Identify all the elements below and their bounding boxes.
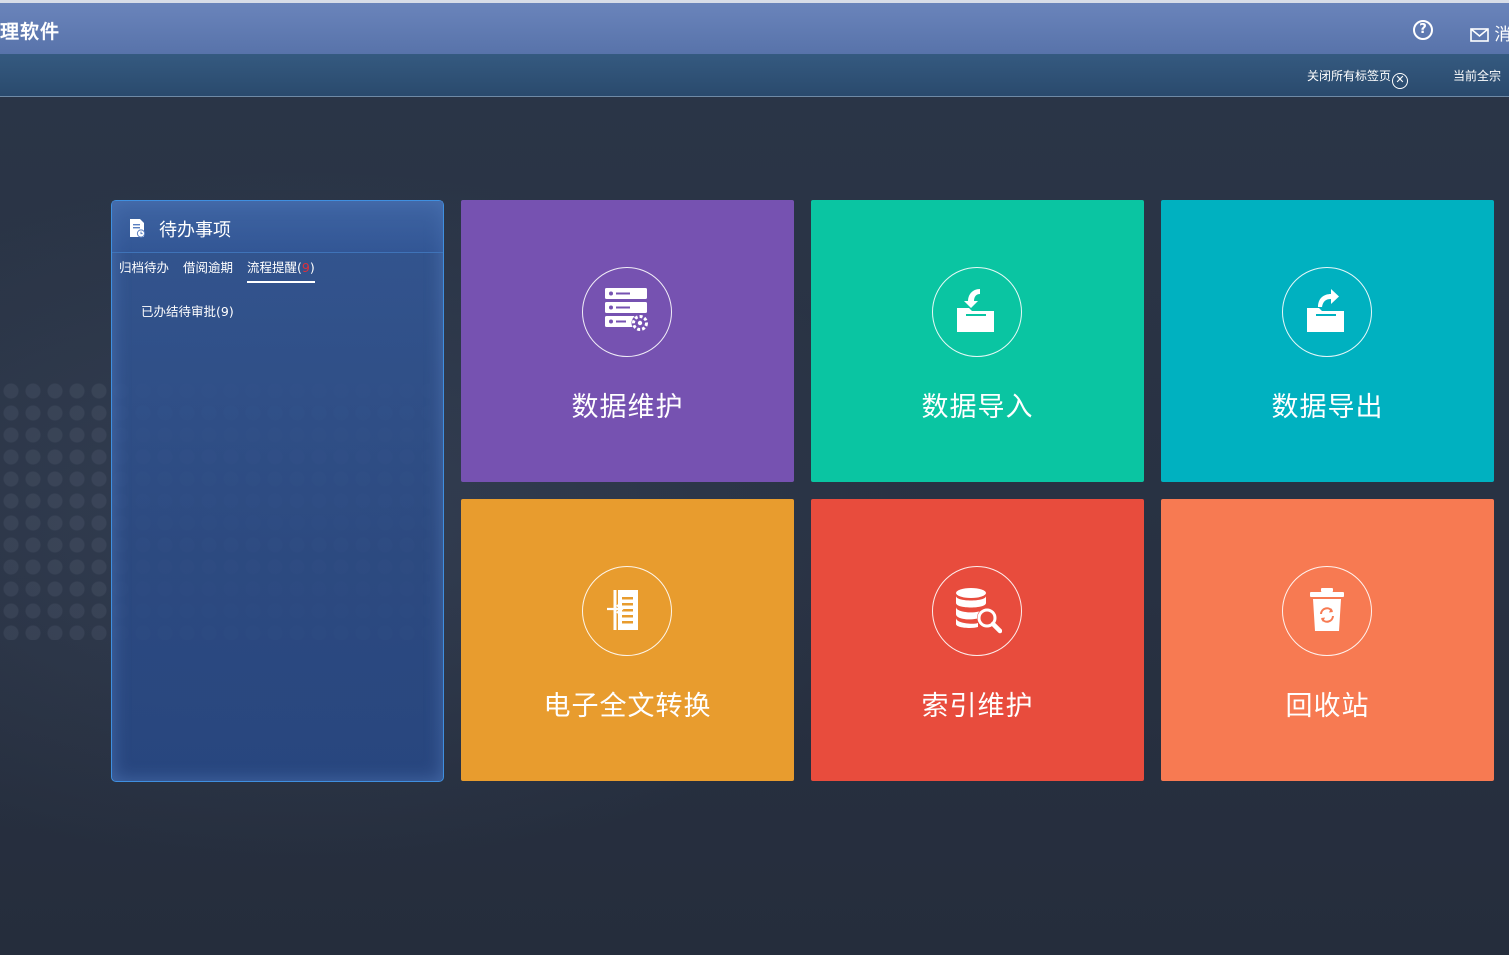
document-convert-icon (607, 590, 638, 630)
close-circle-icon: ✕ (1392, 73, 1409, 89)
todo-list-item[interactable]: 已办结待审批(9) (141, 301, 234, 320)
close-all-tabs-label: 关闭所有标签页 (1307, 69, 1392, 83)
todo-panel-header: 待办事项 (112, 201, 443, 253)
todo-panel-title: 待办事项 (159, 220, 231, 241)
current-fonds-button[interactable]: 当前全宗 (1453, 67, 1501, 84)
tile-label: 数据导出 (1271, 392, 1384, 423)
tile-icon-ring (582, 566, 672, 656)
tile-label: 数据导入 (921, 392, 1034, 423)
folder-import-icon (957, 289, 994, 332)
database-search-icon (956, 588, 1002, 634)
tab-process-reminder[interactable]: 流程提醒(9) (247, 257, 315, 283)
envelope-icon (1470, 28, 1489, 42)
tile-icon-ring (932, 566, 1022, 656)
tile-label: 回收站 (1285, 691, 1370, 722)
todo-panel: 待办事项 归档待办 借阅逾期 流程提醒(9) 已办结待审批(9) (111, 200, 444, 782)
tile-icon-ring (1282, 267, 1372, 357)
tile-fulltext-convert[interactable]: 电子全文转换 (461, 499, 794, 781)
tile-label: 数据维护 (571, 392, 684, 423)
tab-process-reminder-suffix: ) (309, 260, 315, 275)
title-bar: 理软件 ? 消 (0, 0, 1509, 54)
tab-borrow-overdue[interactable]: 借阅逾期 (183, 257, 233, 281)
tab-strip: 关闭所有标签页 ✕ 当前全宗 (0, 54, 1509, 97)
app-title: 理软件 (0, 21, 61, 43)
tile-icon-ring (932, 267, 1022, 357)
tile-label: 电子全文转换 (543, 691, 712, 722)
close-all-tabs-button[interactable]: 关闭所有标签页 ✕ (1307, 67, 1409, 89)
todo-tabs: 归档待办 借阅逾期 流程提醒(9) (119, 257, 329, 283)
reminder-count-badge: 9 (301, 260, 310, 275)
help-icon[interactable]: ? (1413, 20, 1433, 40)
tab-process-reminder-label: 流程提醒( (247, 260, 302, 275)
tile-icon-ring (582, 267, 672, 357)
tile-recycle-bin[interactable]: 回收站 (1161, 499, 1494, 781)
document-clock-icon (130, 219, 146, 238)
folder-export-icon (1307, 289, 1344, 332)
trash-recycle-icon (1310, 588, 1344, 631)
tile-icon-ring (1282, 566, 1372, 656)
tile-label: 索引维护 (921, 691, 1034, 722)
message-label: 消 (1494, 25, 1509, 45)
tab-archive-todo[interactable]: 归档待办 (119, 257, 169, 281)
tile-data-maintenance[interactable]: 数据维护 (461, 200, 794, 482)
message-button[interactable]: 消 (1470, 20, 1509, 45)
tile-index-maintenance[interactable]: 索引维护 (811, 499, 1144, 781)
page: 理软件 ? 消 关闭所有标签页 ✕ 当前全宗 待办事项 归档待办 借阅逾期 流程… (0, 0, 1509, 955)
tile-data-export[interactable]: 数据导出 (1161, 200, 1494, 482)
server-gear-icon (605, 288, 649, 332)
tile-data-import[interactable]: 数据导入 (811, 200, 1144, 482)
